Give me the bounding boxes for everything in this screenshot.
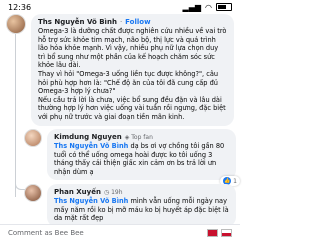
thread-line bbox=[15, 34, 16, 197]
avatar[interactable] bbox=[24, 184, 42, 202]
comment-bubble: Ths Nguyễn Võ Bình · Follow Omega-3 là d… bbox=[31, 14, 234, 126]
avatar[interactable] bbox=[6, 14, 26, 34]
comment-composer[interactable]: Comment as Bee Bee bbox=[0, 224, 240, 240]
comment-author[interactable]: Phan Xuyến bbox=[54, 188, 101, 197]
status-icons: ▂▄▆ ◠ bbox=[183, 3, 232, 12]
clock-icon: ◷ bbox=[103, 189, 110, 196]
signal-icon: ▂▄▆ bbox=[182, 2, 202, 12]
diamond-icon: ◈ bbox=[124, 134, 130, 141]
follow-button[interactable]: Follow bbox=[125, 18, 150, 27]
comment-author[interactable]: Kimdung Nguyen bbox=[54, 133, 122, 142]
comment-text: Ths Nguyễn Võ Bình mình vẫn uống mỗi ngà… bbox=[54, 197, 229, 223]
comment-author-row: Kimdung Nguyen ◈ Top fan bbox=[54, 133, 229, 142]
language-flags bbox=[207, 228, 232, 237]
comment-main: Ths Nguyễn Võ Bình · Follow Omega-3 là d… bbox=[6, 14, 234, 126]
separator-dot: · bbox=[119, 18, 123, 26]
status-bar: 12:36 ▂▄▆ ◠ bbox=[0, 0, 240, 14]
comment-text: Omega-3 là dưỡng chất được nghiên cứu nh… bbox=[38, 27, 227, 121]
comment-as-label: Comment as Bee Bee bbox=[8, 228, 84, 237]
mention-link[interactable]: Ths Nguyễn Võ Bình bbox=[54, 142, 128, 150]
timestamp: ◷ 19h bbox=[103, 189, 123, 196]
comment-author[interactable]: Ths Nguyễn Võ Bình bbox=[38, 18, 117, 27]
battery-icon bbox=[216, 3, 232, 11]
comment-author-row: Phan Xuyến ◷ 19h bbox=[54, 188, 229, 197]
flag-icon[interactable] bbox=[207, 228, 218, 237]
status-time: 12:36 bbox=[8, 2, 32, 12]
avatar[interactable] bbox=[24, 129, 42, 147]
mention-link[interactable]: Ths Nguyễn Võ Bình bbox=[54, 197, 128, 205]
comment-author-row: Ths Nguyễn Võ Bình · Follow bbox=[38, 18, 227, 27]
comment-bubble: Phan Xuyến ◷ 19h Ths Nguyễn Võ Bình mình… bbox=[47, 184, 236, 227]
comment-reply-2: Phan Xuyến ◷ 19h Ths Nguyễn Võ Bình mình… bbox=[24, 184, 236, 227]
flag-icon[interactable] bbox=[221, 228, 232, 237]
comment-reply-1: Kimdung Nguyen ◈ Top fan Ths Nguyễn Võ B… bbox=[24, 129, 240, 187]
comment-bubble: Kimdung Nguyen ◈ Top fan Ths Nguyễn Võ B… bbox=[47, 129, 236, 181]
comment-text: Ths Nguyễn Võ Bình dạ bs ơi vợ chồng tôi… bbox=[54, 142, 225, 176]
wifi-icon: ◠ bbox=[205, 2, 212, 12]
top-fan-badge: ◈ Top fan bbox=[124, 134, 153, 141]
